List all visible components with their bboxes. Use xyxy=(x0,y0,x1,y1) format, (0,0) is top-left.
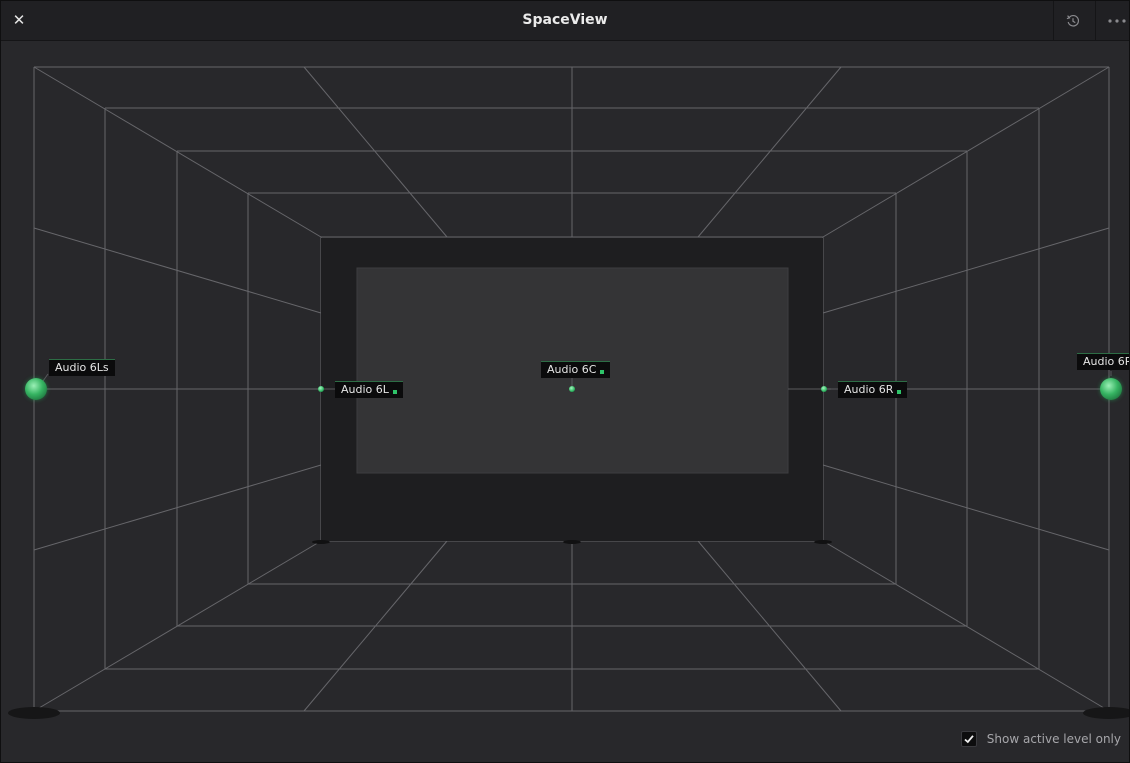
spaceview-window: ✕ SpaceView Audio 6Ls Audio 6L Audio 6C … xyxy=(0,0,1130,763)
speaker-label-6r[interactable]: Audio 6R xyxy=(838,381,908,398)
level-indicator xyxy=(392,390,397,394)
room-grid xyxy=(8,66,1129,719)
title-bar: ✕ SpaceView xyxy=(1,1,1129,41)
checkmark-icon xyxy=(964,735,974,744)
window-title: SpaceView xyxy=(522,12,608,28)
close-button[interactable]: ✕ xyxy=(9,10,29,30)
show-active-level-checkbox[interactable] xyxy=(960,731,977,747)
speaker-6rs[interactable] xyxy=(1100,378,1122,400)
show-active-level-label: Show active level only xyxy=(986,732,1121,746)
header-divider xyxy=(1053,1,1054,40)
level-indicator xyxy=(897,390,902,394)
speaker-label-6rs[interactable]: Audio 6Rs xyxy=(1077,353,1129,370)
show-active-level-toggle[interactable]: Show active level only xyxy=(960,729,1121,749)
more-options-icon xyxy=(1108,19,1126,23)
speaker-label-6l[interactable]: Audio 6L xyxy=(335,381,403,398)
level-indicator xyxy=(600,370,605,374)
header-divider xyxy=(1095,1,1096,40)
reset-view-icon xyxy=(1066,15,1080,27)
speaker-6ls[interactable] xyxy=(25,378,47,400)
speaker-label-6ls[interactable]: Audio 6Ls xyxy=(49,359,115,376)
speaker-6r[interactable] xyxy=(821,386,827,392)
spatial-view[interactable]: Audio 6Ls Audio 6L Audio 6C Audio 6R Aud… xyxy=(1,41,1129,762)
more-options-button[interactable] xyxy=(1105,11,1129,31)
speaker-6c[interactable] xyxy=(569,386,575,392)
reset-view-button[interactable] xyxy=(1063,11,1083,31)
close-icon: ✕ xyxy=(12,11,26,29)
speaker-6l[interactable] xyxy=(318,386,324,392)
speaker-label-6c[interactable]: Audio 6C xyxy=(541,361,611,378)
